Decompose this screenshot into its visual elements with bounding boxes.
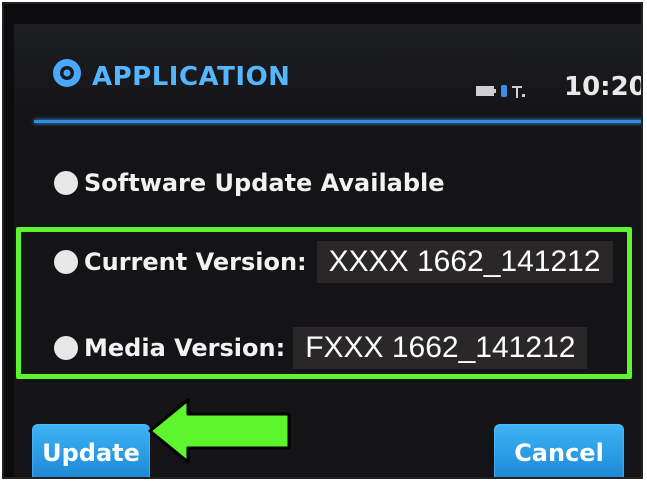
cancel-button[interactable]: Cancel [494, 424, 624, 477]
bluetooth-icon [501, 85, 507, 97]
screen-frame: APPLICATION 10:20 Software Update Availa… [2, 2, 643, 479]
arrow-left-icon [148, 398, 291, 464]
version-highlight-box [16, 227, 632, 379]
bullet-icon [54, 171, 78, 195]
update-available-row: Software Update Available [54, 169, 445, 197]
status-icons [476, 85, 525, 98]
gear-icon [53, 59, 81, 87]
header-bar: APPLICATION 10:20 [14, 24, 643, 114]
clock: 10:20 [564, 72, 643, 102]
page-title: APPLICATION [92, 62, 291, 92]
update-button[interactable]: Update [32, 424, 150, 477]
battery-icon [476, 86, 496, 96]
signal-icon [512, 86, 525, 98]
update-available-label: Software Update Available [84, 169, 445, 197]
header-divider [34, 120, 641, 123]
